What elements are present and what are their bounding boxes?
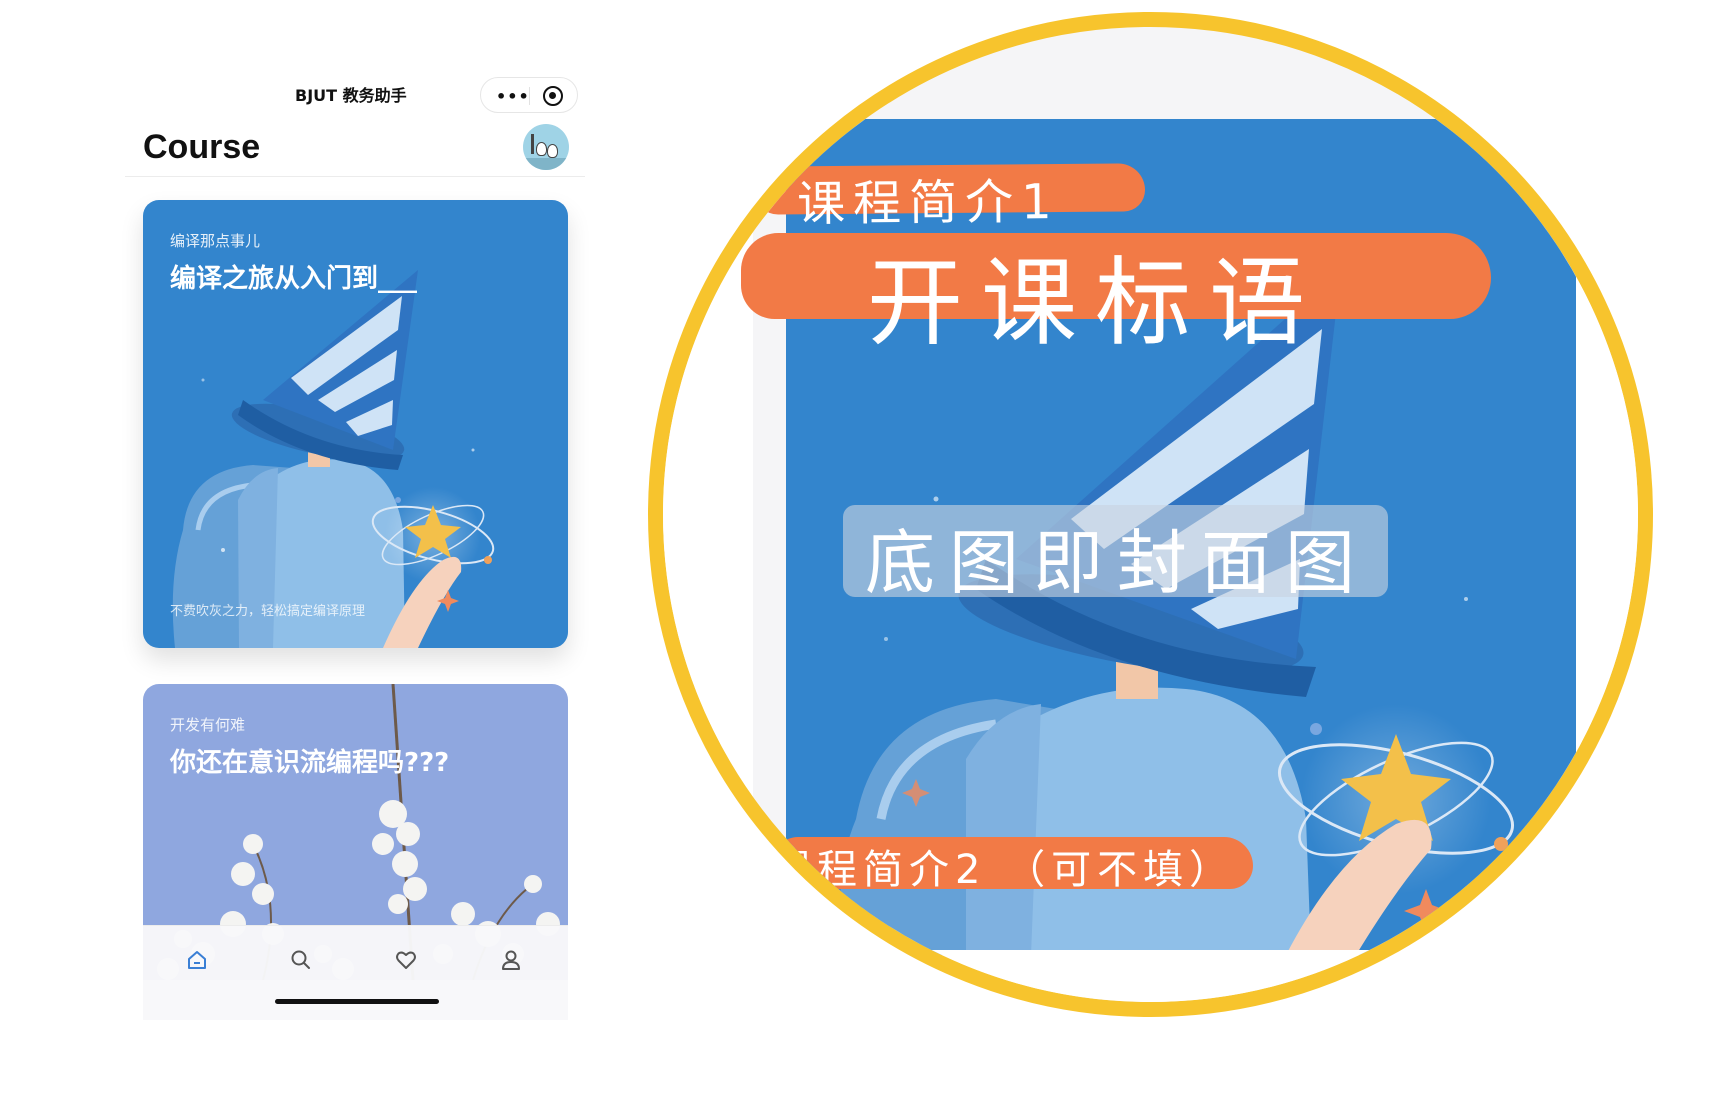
phone-screen: BJUT 教务助手 ••• Course 编译那点事儿 编译之旅从入门到___ …: [125, 40, 585, 1020]
close-miniprogram-icon[interactable]: [543, 86, 563, 106]
header-divider: [125, 176, 585, 177]
home-icon: [188, 951, 206, 969]
intro-1-annotation: 课程简介1: [754, 163, 1146, 232]
course-title: 编译之旅从入门到___: [170, 264, 418, 294]
course-category: 开发有何难: [170, 716, 246, 734]
slogan-text: 开课标语: [867, 247, 1323, 359]
more-options-button[interactable]: •••: [496, 87, 530, 106]
slogan-annotation: 开课标语: [741, 233, 1491, 359]
tab-bar: [143, 925, 568, 1020]
course-card[interactable]: 编译那点事儿 编译之旅从入门到___ 不费吹灰之力，轻松搞定编译原理: [143, 200, 568, 648]
miniprogram-title: BJUT 教务助手: [295, 86, 407, 105]
page-title: Course: [143, 128, 261, 166]
cover-note-annotation: 底图即封面图: [843, 505, 1388, 604]
capsule-menu: •••: [480, 77, 578, 113]
intro-1-text: 课程简介1: [796, 174, 1060, 233]
tab-profile[interactable]: [493, 946, 529, 976]
search-icon: [291, 950, 310, 969]
user-icon: [502, 950, 520, 970]
course-description: 不费吹灰之力，轻松搞定编译原理: [170, 604, 366, 619]
tab-search[interactable]: [283, 946, 319, 976]
capsule-divider: [529, 87, 530, 105]
course-category: 编译那点事儿: [170, 232, 261, 250]
avatar[interactable]: [523, 124, 569, 170]
cover-note-text: 底图即封面图: [865, 522, 1369, 604]
course-title: 你还在意识流编程吗???: [170, 748, 450, 778]
heart-icon: [396, 951, 416, 969]
tab-favorites[interactable]: [388, 946, 424, 976]
tab-home[interactable]: [179, 946, 215, 976]
zoom-callout: 课程简介1 开课标语 底图即封面图 课程简介2 （可不填）: [648, 12, 1653, 1017]
home-indicator: [275, 999, 439, 1004]
intro-2-text: 课程简介2 （可不填）: [771, 847, 1236, 893]
intro-2-annotation: 课程简介2 （可不填）: [771, 837, 1253, 893]
